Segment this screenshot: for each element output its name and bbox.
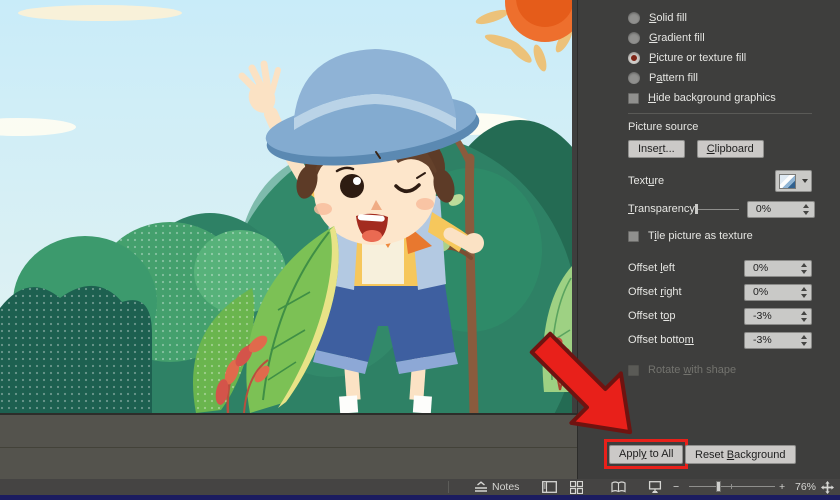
offset-left-label: Offset left [628,262,675,274]
spinner-down-icon[interactable] [800,317,807,322]
checkbox-label: Tile picture as texture [648,230,753,242]
offset-left-row: Offset left 0% [628,256,812,280]
radio-icon[interactable] [628,32,640,44]
texture-dropdown[interactable] [775,170,812,192]
status-bar: Notes − + 76% [0,479,840,495]
radio-icon[interactable] [628,12,640,24]
taskbar-edge [0,495,840,500]
offset-right-label: Offset right [628,286,682,298]
radio-label: Pattern fill [649,72,698,84]
radio-label: Gradient fill [649,32,705,44]
notes-label: Notes [492,481,520,493]
notes-toggle[interactable]: Notes [474,479,519,495]
offset-top-label: Offset top [628,310,676,322]
texture-thumbnail [779,173,796,189]
transparency-slider[interactable] [694,203,739,215]
apply-to-all-highlight: Apply to All [604,439,689,469]
normal-view-icon [542,481,557,493]
workspace-below-slide [0,413,577,479]
notes-icon [475,481,487,492]
picture-source-label: Picture source [628,121,699,133]
apply-to-all-button[interactable]: Apply to All [609,444,684,464]
radio-label: Solid fill [649,12,687,24]
spinner-down-icon[interactable] [800,293,807,298]
spinner-value[interactable]: -3% [745,310,796,322]
offset-right-spinner[interactable]: 0% [744,283,812,301]
offset-right-row: Offset right 0% [628,280,812,304]
slide-canvas[interactable] [0,0,572,413]
transparency-spinner[interactable]: 0% [746,200,815,218]
insert-button[interactable]: Insert... [628,140,685,158]
spinner-up-icon[interactable] [800,334,807,339]
slider-track[interactable] [694,209,739,210]
checkbox-label: Hide background graphics [648,92,776,104]
transparency-label: Transparency [628,203,695,215]
radio-icon[interactable] [628,72,640,84]
zoom-in-icon: + [779,481,786,493]
spinner-up-icon[interactable] [800,310,807,315]
slideshow-button[interactable] [648,479,662,495]
slide-sorter-icon [570,480,583,494]
texture-label: Texture [628,175,665,187]
spinner-value[interactable]: 0% [745,262,796,274]
spinner-down-icon[interactable] [803,210,810,215]
zoom-out-button[interactable]: − [673,479,679,495]
clipboard-button[interactable]: Clipboard [696,140,764,158]
spinner-up-icon[interactable] [800,286,807,291]
checkbox-tile-picture-as-texture[interactable]: Tile picture as texture [628,226,812,246]
reading-view-button[interactable] [611,479,626,495]
spinner-value[interactable]: 0% [748,203,799,215]
slideshow-icon [648,480,662,493]
checkbox-hide-background-graphics[interactable]: Hide background graphics [628,88,812,108]
fit-to-window-icon [821,480,834,494]
slider-thumb[interactable] [694,204,698,214]
checkbox-icon[interactable] [628,230,639,242]
zoom-slider-thumb[interactable] [716,481,721,492]
slide-illustration [0,0,572,413]
texture-row: Texture [628,169,812,193]
reading-view-icon [611,481,626,493]
offset-top-spinner[interactable]: -3% [744,307,812,325]
zoom-slider-track[interactable] [689,486,775,487]
powerpoint-window: Solid fill Gradient fill Picture or text… [0,0,840,500]
offset-bottom-label: Offset bottom [628,334,694,346]
checkbox-icon[interactable] [628,92,639,104]
spinner-down-icon[interactable] [800,341,807,346]
offset-left-spinner[interactable]: 0% [744,259,812,277]
spinner-down-icon[interactable] [800,269,807,274]
radio-selected-icon[interactable] [628,52,640,64]
offset-bottom-row: Offset bottom -3% [628,328,812,352]
status-divider [448,481,449,493]
spinner-value[interactable]: -3% [745,334,796,346]
transparency-row: Transparency 0% [628,199,815,219]
workspace-divider [0,447,577,448]
spinner-up-icon[interactable] [803,203,810,208]
radio-pattern-fill[interactable]: Pattern fill [628,68,812,88]
zoom-level-value: 76% [795,481,817,493]
normal-view-button[interactable] [542,479,557,495]
checkbox-label: Rotate with shape [648,364,737,376]
zoom-out-icon: − [673,481,680,493]
zoom-level-button[interactable]: 76% [795,479,816,495]
zoom-in-button[interactable]: + [779,479,785,495]
spinner-value[interactable]: 0% [745,286,796,298]
zoom-slider-center-tick [731,484,732,489]
spinner-up-icon[interactable] [800,262,807,267]
radio-solid-fill[interactable]: Solid fill [628,8,812,28]
radio-label: Picture or texture fill [649,52,747,64]
radio-gradient-fill[interactable]: Gradient fill [628,28,812,48]
offset-bottom-spinner[interactable]: -3% [744,331,812,349]
slide-sorter-button[interactable] [570,479,583,495]
format-background-panel: Solid fill Gradient fill Picture or text… [578,0,840,479]
section-divider [628,113,812,114]
reset-background-button[interactable]: Reset Background [685,445,796,464]
checkbox-rotate-with-shape: Rotate with shape [628,360,812,380]
checkbox-icon [628,364,639,376]
chevron-down-icon [802,179,808,183]
offset-top-row: Offset top -3% [628,304,812,328]
radio-picture-or-texture-fill[interactable]: Picture or texture fill [628,48,812,68]
fit-to-window-button[interactable] [821,479,834,495]
